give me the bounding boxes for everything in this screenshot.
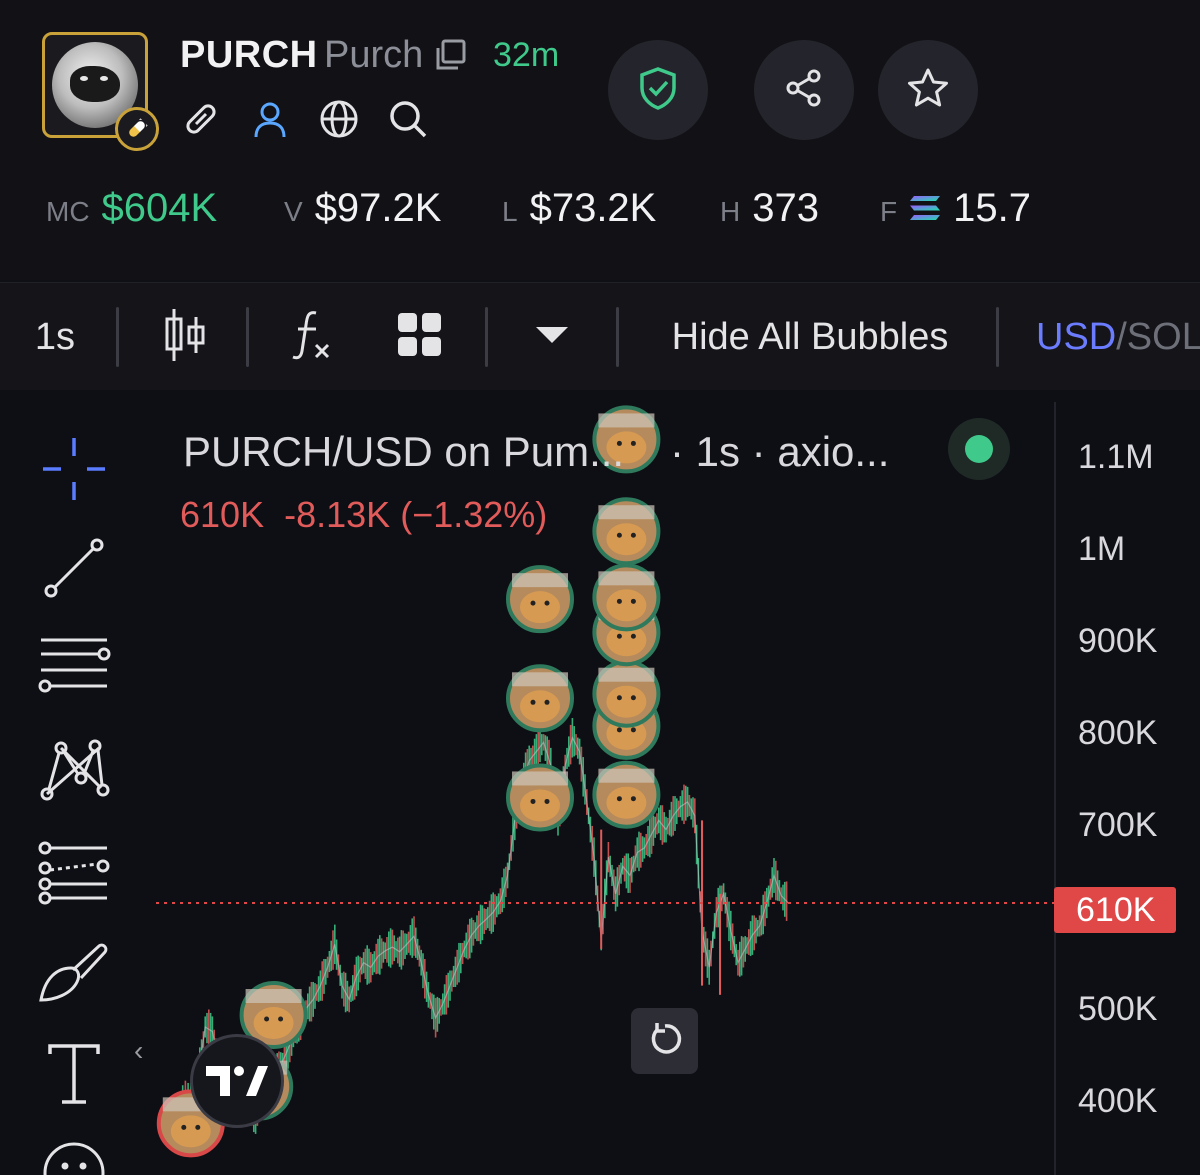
star-icon xyxy=(906,66,950,115)
price-axis-label: 700K xyxy=(1078,806,1158,844)
reset-icon xyxy=(647,1021,683,1062)
legend-last-price: 610K xyxy=(180,494,265,535)
legend-change-percent: (−1.32%) xyxy=(400,494,548,535)
stat-holders: H 373 xyxy=(720,186,819,231)
price-axis-label: 1.1M xyxy=(1078,438,1154,476)
stat-label: V xyxy=(284,196,303,227)
indicators-button[interactable] xyxy=(282,283,342,391)
price-axis-label: 800K xyxy=(1078,714,1158,752)
trade-bubble[interactable] xyxy=(592,497,661,566)
globe-icon[interactable] xyxy=(318,98,360,140)
collapse-toolbar-chevron-icon[interactable]: ‹ xyxy=(134,1035,143,1067)
current-price-tag: 610K xyxy=(1054,887,1176,933)
search-icon[interactable] xyxy=(387,98,429,140)
currency-separator: / xyxy=(1116,315,1127,358)
interval-label: 1s xyxy=(34,315,76,358)
chart-legend-values: 610K -8.13K (−1.32%) xyxy=(180,494,547,536)
emoji-icon[interactable] xyxy=(34,1138,114,1175)
legend-change: -8.13K xyxy=(284,494,391,535)
more-dropdown-button[interactable] xyxy=(522,283,582,391)
price-axis-label: 900K xyxy=(1078,622,1158,660)
copy-icon[interactable] xyxy=(434,38,468,77)
stat-label: L xyxy=(502,196,518,227)
stat-label: F xyxy=(880,196,898,227)
stat-market-cap: MC $604K xyxy=(46,186,217,231)
token-name: Purch xyxy=(324,34,424,76)
trendline-icon[interactable] xyxy=(34,533,114,603)
trade-bubble[interactable] xyxy=(506,664,574,733)
function-icon xyxy=(290,307,334,368)
trade-bubble[interactable] xyxy=(506,763,574,832)
layout-button[interactable] xyxy=(390,283,450,391)
token-age: 32m xyxy=(493,36,560,74)
currency-sol[interactable]: SOL xyxy=(1127,316,1200,358)
stat-liquidity: L $73.2K xyxy=(502,186,656,231)
chart-area[interactable]: ‹ PURCH/USD on Pum... · 1s · axio... 610… xyxy=(0,390,1200,1175)
text-icon[interactable] xyxy=(34,1040,114,1110)
token-header: PURCH Purch 32m MC $604K V $97.2K L $73.… xyxy=(0,0,1200,280)
stat-volume: V $97.2K xyxy=(284,186,441,231)
chevron-down-icon xyxy=(535,325,569,350)
chart-legend-subtitle: · 1s · axio... xyxy=(670,428,890,475)
stat-value: $97.2K xyxy=(314,186,442,230)
candlestick-icon xyxy=(163,307,207,368)
candle-type-button[interactable] xyxy=(150,283,220,391)
price-axis[interactable] xyxy=(1054,402,1056,1175)
trade-bubble[interactable] xyxy=(592,563,661,632)
stat-value: 15.7 xyxy=(953,186,1031,230)
link-icon[interactable] xyxy=(180,98,222,140)
stat-label: H xyxy=(720,196,741,227)
stat-label: MC xyxy=(46,196,90,227)
token-avatar[interactable] xyxy=(42,32,159,151)
trade-bubble[interactable] xyxy=(592,760,661,829)
tradingview-logo[interactable] xyxy=(190,1034,284,1128)
solana-icon xyxy=(909,195,941,226)
currency-usd[interactable]: USD xyxy=(1036,316,1116,358)
reset-chart-button[interactable] xyxy=(631,1008,698,1074)
pattern-icon[interactable] xyxy=(34,734,114,804)
market-status-indicator xyxy=(948,418,1010,480)
interval-selector[interactable]: 1s xyxy=(20,283,90,391)
chart-legend-title: PURCH/USD on Pum... xyxy=(183,428,625,475)
price-axis-label: 500K xyxy=(1078,990,1158,1028)
hide-bubbles-label: Hide All Bubbles xyxy=(671,315,949,358)
pill-badge-icon xyxy=(115,107,159,151)
share-button[interactable] xyxy=(754,40,854,140)
user-icon[interactable] xyxy=(249,98,291,140)
price-axis-label: 400K xyxy=(1078,1082,1158,1120)
security-check-button[interactable] xyxy=(608,40,708,140)
trade-bubble[interactable] xyxy=(592,659,661,728)
share-icon xyxy=(784,68,824,113)
hide-bubbles-button[interactable]: Hide All Bubbles xyxy=(650,283,970,391)
crosshair-icon[interactable] xyxy=(34,434,114,504)
horizontal-lines-icon[interactable] xyxy=(34,630,114,700)
favorite-button[interactable] xyxy=(878,40,978,140)
prediction-icon[interactable] xyxy=(34,838,114,908)
stat-value: $73.2K xyxy=(529,186,657,230)
stat-fees: F 15.7 xyxy=(880,186,1031,231)
stat-value: 373 xyxy=(752,186,819,230)
chart-toolbar: 1s Hide All Bubbles USD/SOL xyxy=(0,282,1200,390)
brush-icon[interactable] xyxy=(34,938,114,1008)
price-axis-label: 1M xyxy=(1078,530,1126,568)
trade-bubble[interactable] xyxy=(506,565,574,634)
currency-toggle[interactable]: USD/SOL xyxy=(1036,283,1200,391)
shield-check-icon xyxy=(638,66,678,115)
token-symbol: PURCH xyxy=(180,34,318,76)
grid-layout-icon xyxy=(397,312,443,363)
stat-value: $604K xyxy=(101,186,218,230)
